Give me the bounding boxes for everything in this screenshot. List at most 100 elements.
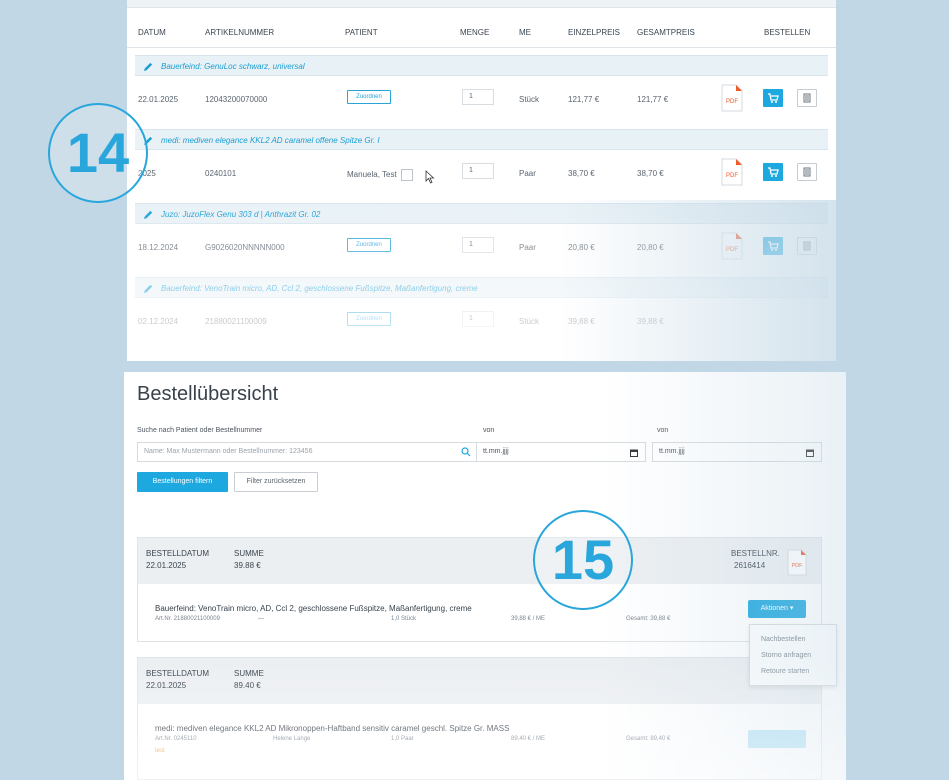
row-price: 20,80 € — [568, 243, 595, 252]
row-unit: Stück — [519, 95, 540, 104]
to-date-input[interactable]: tt.mm.jjjj — [652, 442, 822, 462]
filter-orders-button[interactable]: Bestellungen filtern — [137, 472, 228, 492]
page-title: Bestellübersicht — [137, 383, 279, 405]
col-menge: MENGE — [460, 28, 490, 37]
order-number: 2616414 — [734, 561, 766, 570]
row-date: 22.01.2025 — [138, 95, 179, 104]
pdf-label: PDF — [726, 173, 738, 179]
row-price: 39,88 € — [568, 317, 595, 326]
order-table-card: DATUM ARTIKELNUMMER PATIENT MENGE ME EIN… — [127, 0, 836, 361]
product-row: Bauerfeind: VenoTrain micro, AD, Ccl 2, … — [135, 277, 828, 298]
order-header: BESTELLDATUM 22.01.2025 SUMME 39.88 € BE… — [138, 538, 821, 584]
order-item: Bauerfeind: VenoTrain micro, AD, Ccl 2, … — [138, 584, 821, 642]
calendar-icon[interactable] — [630, 449, 638, 457]
order-item-price: 39,88 € / ME — [511, 616, 546, 622]
order-item-price: 89,40 € / ME — [511, 736, 546, 742]
delete-button[interactable] — [797, 89, 817, 107]
order-item-qty: 1,0 Stück — [391, 616, 417, 622]
pdf-icon[interactable]: PDF — [721, 158, 743, 186]
menu-item-start-return[interactable]: Retoure starten — [761, 668, 809, 675]
order-item-patient: Helene Lange — [273, 736, 311, 742]
pencil-icon[interactable] — [143, 61, 154, 72]
cart-button[interactable] — [763, 163, 783, 181]
product-name: medi: mediven elegance KKL2 AD caramel o… — [161, 136, 380, 145]
delete-button[interactable] — [797, 237, 817, 255]
order-overview-card: Bestellübersicht Suche nach Patient oder… — [124, 372, 846, 780]
assign-button[interactable]: Zuordnen — [347, 90, 391, 104]
remove-patient-button[interactable] — [400, 169, 413, 181]
search-label: Suche nach Patient oder Bestellnummer — [137, 427, 263, 434]
reset-filter-button[interactable]: Filter zurücksetzen — [234, 472, 318, 492]
order-item-article: Art.Nr. 0245110 — [155, 736, 197, 742]
row-date: 02.12.2024 — [138, 317, 179, 326]
quantity-input[interactable]: 1 — [462, 311, 494, 327]
col-datum: DATUM — [138, 28, 166, 37]
pdf-label: PDF — [726, 247, 738, 253]
order-sum: 89.40 € — [234, 681, 261, 690]
search-input[interactable]: Name: Max Mustermann oder Bestellnummer:… — [137, 442, 478, 462]
order-item-total: Gesamt: 89,40 € — [626, 736, 671, 742]
step-badge-15: 15 — [533, 510, 633, 610]
order-date-label: BESTELLDATUM — [146, 669, 209, 678]
trash-icon — [803, 93, 811, 103]
order-sum-label: SUMME — [234, 669, 264, 678]
actions-dropdown-button[interactable] — [748, 730, 806, 748]
table-row: 18.12.2024 G9026020NNNNN000 Zuordnen 1 P… — [127, 224, 836, 270]
assign-button[interactable]: Zuordnen — [347, 238, 391, 252]
pdf-label: PDF — [726, 99, 738, 105]
product-name: Juzo: JuzoFlex Genu 303 d | Anthrazit Gr… — [161, 210, 321, 219]
pdf-icon[interactable]: PDF — [721, 84, 743, 112]
col-gesamtpreis: GESAMTPREIS — [637, 28, 695, 37]
pencil-icon[interactable] — [143, 209, 154, 220]
menu-item-reorder[interactable]: Nachbestellen — [761, 636, 805, 643]
row-patient: Manuela, Test — [347, 169, 413, 181]
row-article: 21880021100009 — [205, 317, 267, 326]
cart-button[interactable] — [763, 89, 783, 107]
pencil-icon[interactable] — [143, 283, 154, 294]
cart-button[interactable] — [763, 237, 783, 255]
product-name: Bauerfeind: GenuLoc schwarz, universal — [161, 62, 305, 71]
order-sum-label: SUMME — [234, 549, 264, 558]
table-row: 02.12.2024 21880021100009 Zuordnen 1 Stü… — [127, 298, 836, 344]
order-date-label: BESTELLDATUM — [146, 549, 209, 558]
cart-icon — [768, 167, 779, 177]
order-item-total: Gesamt: 39,88 € — [626, 616, 671, 622]
actions-menu: Nachbestellen Storno anfragen Retoure st… — [749, 624, 837, 686]
from-date-input[interactable]: tt.mm.jjjj — [476, 442, 646, 462]
assign-button[interactable]: Zuordnen — [347, 312, 391, 326]
to-date-label: von — [657, 427, 669, 434]
from-date-label: von — [483, 427, 495, 434]
cart-icon — [768, 93, 779, 103]
search-icon[interactable] — [461, 447, 471, 457]
row-total: 20,80 € — [637, 243, 664, 252]
quantity-input[interactable]: 1 — [462, 89, 494, 105]
order-item-article: Art.Nr. 21880021100009 — [155, 616, 220, 622]
search-placeholder: Name: Max Mustermann oder Bestellnummer:… — [144, 448, 313, 455]
row-article: G9026020NNNNN000 — [205, 243, 285, 252]
quantity-input[interactable]: 1 — [462, 163, 494, 179]
order-card: BESTELLDATUM 22.01.2025 SUMME 89.40 € me… — [137, 657, 822, 780]
order-card: BESTELLDATUM 22.01.2025 SUMME 39.88 € BE… — [137, 537, 822, 642]
order-item: medi: mediven elegance KKL2 AD Mikronopp… — [138, 704, 821, 774]
product-name: Bauerfeind: VenoTrain micro, AD, Ccl 2, … — [161, 284, 478, 293]
order-item-note: test — [155, 748, 165, 754]
order-sum: 39.88 € — [234, 561, 261, 570]
quantity-input[interactable]: 1 — [462, 237, 494, 253]
calendar-icon[interactable] — [806, 449, 814, 457]
product-row: Bauerfeind: GenuLoc schwarz, universal — [135, 55, 828, 76]
pdf-icon[interactable]: PDF — [787, 549, 807, 576]
col-artikelnummer: ARTIKELNUMMER — [205, 28, 275, 37]
order-item-qty: 1,0 Paar — [391, 736, 414, 742]
col-einzelpreis: EINZELPREIS — [568, 28, 621, 37]
row-price: 121,77 € — [568, 95, 600, 104]
pdf-icon[interactable]: PDF — [721, 232, 743, 260]
order-date: 22.01.2025 — [146, 561, 187, 570]
mouse-cursor-icon — [425, 170, 435, 184]
row-unit: Paar — [519, 169, 536, 178]
row-total: 121,77 € — [637, 95, 669, 104]
col-patient: PATIENT — [345, 28, 378, 37]
cart-icon — [768, 241, 779, 251]
menu-item-cancel-request[interactable]: Storno anfragen — [761, 652, 811, 659]
actions-dropdown-button[interactable]: Aktionen ▾ — [748, 600, 806, 618]
delete-button[interactable] — [797, 163, 817, 181]
